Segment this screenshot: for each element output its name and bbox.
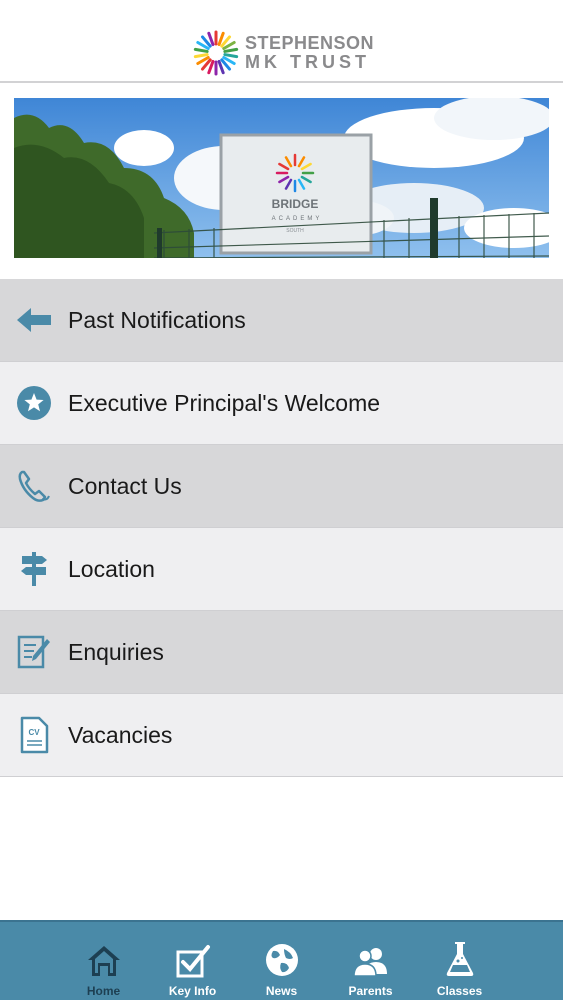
sunburst-logo-icon <box>193 30 239 76</box>
logo-line-1: STEPHENSON <box>245 33 375 53</box>
tab-key-info[interactable]: Key Info <box>148 922 237 1000</box>
menu-item-location[interactable]: Location <box>0 528 563 611</box>
tab-parents[interactable]: Parents <box>326 922 415 1000</box>
svg-text:CV: CV <box>28 728 40 737</box>
tab-label: Home <box>86 984 121 998</box>
menu-item-label: Contact Us <box>68 472 182 499</box>
sign-small: SOUTH <box>286 228 304 234</box>
cv-document-icon: CV <box>20 716 49 754</box>
star-icon <box>17 386 51 420</box>
tab-label: Key Info <box>168 984 217 998</box>
arrow-left-icon <box>17 308 51 332</box>
checkbox-icon <box>176 945 210 978</box>
menu-item-vacancies[interactable]: CV Vacancies <box>0 694 563 777</box>
trust-logo: STEPHENSON MK TRUST <box>193 30 374 76</box>
menu-item-label: Enquiries <box>68 638 164 665</box>
tab-label: Parents <box>348 984 393 998</box>
home-icon <box>87 946 120 976</box>
bottom-tab-bar: Home Key Info News Parents Classes <box>0 920 563 1000</box>
phone-icon <box>18 470 50 502</box>
menu-item-contact-us[interactable]: Contact Us <box>0 445 563 528</box>
sign-subtitle: ACADEMY <box>272 216 323 222</box>
tab-home[interactable]: Home <box>59 922 148 1000</box>
sign-title: BRIDGE <box>272 197 319 211</box>
school-banner-image: BRIDGE ACADEMY SOUTH <box>14 98 549 258</box>
menu-item-label: Location <box>68 555 155 582</box>
signpost-icon <box>21 552 47 586</box>
menu-item-label: Past Notifications <box>68 306 246 333</box>
tab-label: Classes <box>436 984 483 998</box>
menu-item-past-notifications[interactable]: Past Notifications <box>0 279 563 362</box>
logo-line-2: MK TRUST <box>245 52 370 72</box>
app-header: STEPHENSON MK TRUST <box>0 0 563 83</box>
menu-item-label: Executive Principal's Welcome <box>68 389 381 416</box>
tab-label: News <box>265 984 298 998</box>
users-icon <box>352 948 387 977</box>
flask-icon <box>446 942 473 976</box>
edit-form-icon <box>17 635 50 669</box>
main-menu: Past Notifications Executive Principal's… <box>0 279 563 777</box>
tab-classes[interactable]: Classes <box>415 922 504 1000</box>
tab-news[interactable]: News <box>237 922 326 1000</box>
menu-item-principal-welcome[interactable]: Executive Principal's Welcome <box>0 362 563 445</box>
menu-item-enquiries[interactable]: Enquiries <box>0 611 563 694</box>
menu-item-label: Vacancies <box>68 721 173 748</box>
globe-icon <box>265 944 298 976</box>
